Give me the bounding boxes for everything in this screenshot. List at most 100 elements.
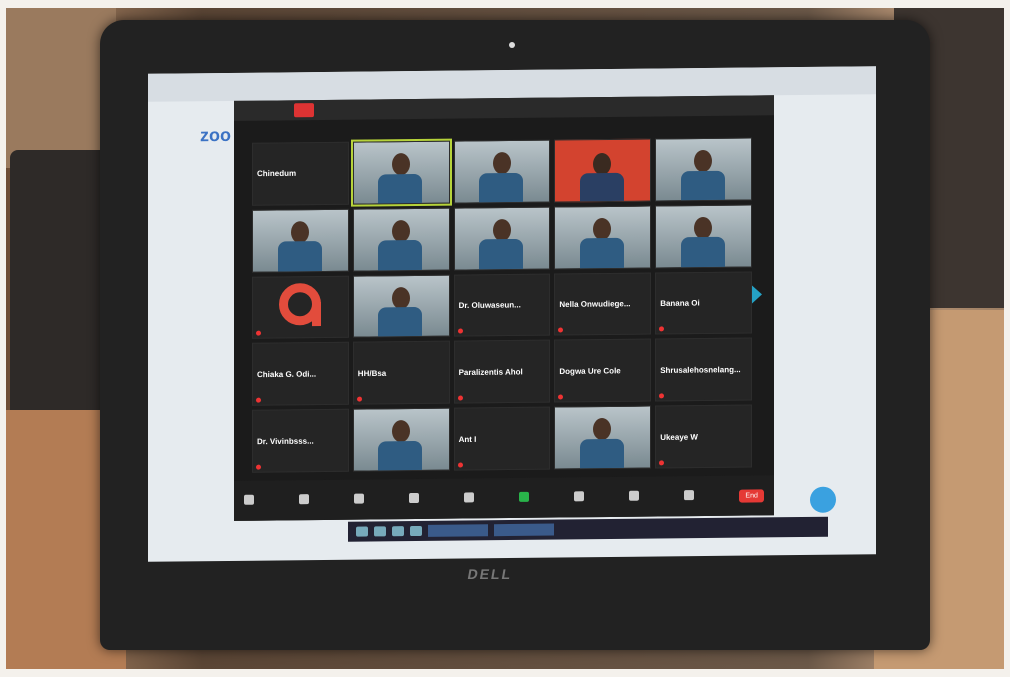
participant-video bbox=[593, 153, 612, 176]
participant-tile[interactable]: Shrusalehosnelang... bbox=[655, 337, 752, 402]
participant-name: Chinedum bbox=[257, 169, 297, 179]
next-page-icon[interactable] bbox=[752, 285, 762, 303]
chat-icon bbox=[464, 492, 475, 503]
participant-tile[interactable]: Dogwa Ure Cole bbox=[554, 338, 652, 403]
shield-icon bbox=[354, 493, 365, 504]
participant-name: Ant I bbox=[458, 434, 477, 444]
mic-muted-icon bbox=[256, 464, 261, 470]
meeting-toolbar: End bbox=[234, 475, 774, 521]
participant-tile[interactable] bbox=[453, 139, 551, 204]
participant-video bbox=[391, 219, 410, 242]
browser-icon[interactable] bbox=[410, 525, 422, 537]
avatar-logo-icon bbox=[279, 282, 321, 326]
mic-muted-icon bbox=[256, 397, 261, 403]
participant-grid: Chinedum Dr. Oluwaseun... Nella Onwudieg… bbox=[252, 137, 752, 473]
participant-tile[interactable] bbox=[352, 407, 450, 472]
participant-name: Dr. Oluwaseun... bbox=[458, 300, 521, 311]
participant-tile[interactable]: Dr. Vivinbsss... bbox=[252, 408, 349, 473]
recording-icon bbox=[294, 103, 314, 118]
participant-name: HH/Bsa bbox=[357, 368, 387, 378]
participant-tile[interactable] bbox=[453, 206, 551, 271]
participant-video bbox=[492, 218, 511, 241]
participant-tile[interactable] bbox=[352, 274, 450, 339]
participant-tile[interactable]: Ant I bbox=[453, 406, 551, 471]
participant-tile[interactable] bbox=[554, 138, 652, 203]
emoji-icon bbox=[684, 490, 695, 501]
mic-muted-icon bbox=[558, 394, 564, 400]
folder-icon[interactable] bbox=[392, 526, 404, 537]
webcam bbox=[509, 42, 515, 48]
participant-tile[interactable]: Paralizentis Ahol bbox=[453, 339, 551, 404]
participant-tile[interactable]: Banana Oi bbox=[655, 271, 752, 335]
participant-tile[interactable]: Dr. Oluwaseun... bbox=[453, 273, 551, 338]
participant-video bbox=[694, 149, 713, 173]
participant-tile[interactable] bbox=[655, 204, 752, 269]
participants-button[interactable] bbox=[409, 492, 420, 505]
start-icon[interactable] bbox=[356, 526, 368, 537]
reactions-button[interactable] bbox=[684, 490, 695, 502]
grid-icon bbox=[629, 490, 640, 501]
participant-video bbox=[492, 151, 511, 175]
photo-border bbox=[1004, 0, 1010, 677]
taskbar-window-zoom[interactable] bbox=[428, 524, 488, 537]
participant-tile[interactable] bbox=[554, 205, 652, 270]
participant-video bbox=[391, 153, 410, 176]
participant-name: Nella Onwudiege... bbox=[559, 299, 631, 309]
mute-button[interactable] bbox=[244, 494, 254, 507]
chat-button[interactable] bbox=[464, 492, 475, 504]
laptop-screen: zoo Chinedum Dr. Oluwaseun... Nella Onwu… bbox=[148, 66, 876, 562]
participant-name: Dogwa Ure Cole bbox=[559, 366, 621, 376]
participant-name: Chiaka G. Odi... bbox=[257, 369, 317, 379]
mic-muted-icon bbox=[659, 393, 665, 399]
taskbar-window-browser[interactable] bbox=[494, 523, 554, 537]
photo-border bbox=[0, 669, 1010, 677]
participant-tile[interactable]: Nella Onwudiege... bbox=[554, 272, 652, 336]
participant-video bbox=[593, 217, 612, 240]
photo-background: zoo Chinedum Dr. Oluwaseun... Nella Onwu… bbox=[0, 0, 1010, 677]
people-icon bbox=[409, 492, 420, 504]
photo-border bbox=[0, 0, 6, 677]
floating-action-icon[interactable] bbox=[810, 486, 836, 513]
record-icon bbox=[574, 491, 585, 502]
mic-muted-icon bbox=[356, 396, 362, 402]
participant-name: Banana Oi bbox=[660, 298, 700, 308]
record-button[interactable] bbox=[574, 491, 585, 503]
participant-video bbox=[694, 216, 713, 239]
windows-taskbar bbox=[348, 516, 828, 542]
participant-tile[interactable] bbox=[554, 405, 652, 470]
zoom-window: Chinedum Dr. Oluwaseun... Nella Onwudieg… bbox=[234, 95, 774, 521]
mic-muted-icon bbox=[256, 331, 261, 337]
end-meeting-button[interactable]: End bbox=[739, 488, 764, 503]
participant-tile[interactable] bbox=[252, 208, 349, 273]
photo-border bbox=[0, 0, 1010, 8]
mic-muted-icon bbox=[558, 327, 564, 333]
participant-video bbox=[593, 418, 612, 441]
security-button[interactable] bbox=[354, 493, 365, 506]
participant-name: Paralizentis Ahol bbox=[458, 367, 523, 377]
mic-muted-icon bbox=[457, 328, 463, 334]
participant-tile[interactable] bbox=[352, 207, 450, 272]
participant-tile[interactable]: Ukeaye W bbox=[655, 404, 752, 469]
participant-tile[interactable]: Chinedum bbox=[252, 141, 349, 206]
participant-tile[interactable] bbox=[252, 275, 349, 340]
participant-name: Shrusalehosnelang... bbox=[660, 364, 741, 375]
participant-name: Dr. Vivinbsss... bbox=[257, 436, 314, 446]
mic-muted-icon bbox=[457, 395, 463, 401]
laptop-brand-logo: DELL bbox=[466, 566, 514, 582]
mic-muted-icon bbox=[457, 462, 463, 468]
participant-video bbox=[290, 220, 309, 244]
participant-name: Ukeaye W bbox=[660, 432, 698, 442]
share-screen-button[interactable] bbox=[519, 491, 530, 504]
camera-icon bbox=[299, 494, 310, 505]
zoom-logo: zoo bbox=[200, 124, 231, 146]
search-icon[interactable] bbox=[374, 526, 386, 537]
participant-video bbox=[391, 286, 410, 309]
breakout-rooms-button[interactable] bbox=[629, 490, 640, 503]
participant-tile[interactable]: Chiaka G. Odi... bbox=[252, 342, 349, 406]
participant-tile[interactable] bbox=[350, 138, 452, 207]
participant-tile[interactable]: HH/Bsa bbox=[352, 341, 450, 405]
participant-tile[interactable] bbox=[655, 137, 752, 202]
video-button[interactable] bbox=[299, 494, 310, 506]
participant-video bbox=[391, 420, 410, 443]
share-screen-icon bbox=[519, 491, 530, 502]
